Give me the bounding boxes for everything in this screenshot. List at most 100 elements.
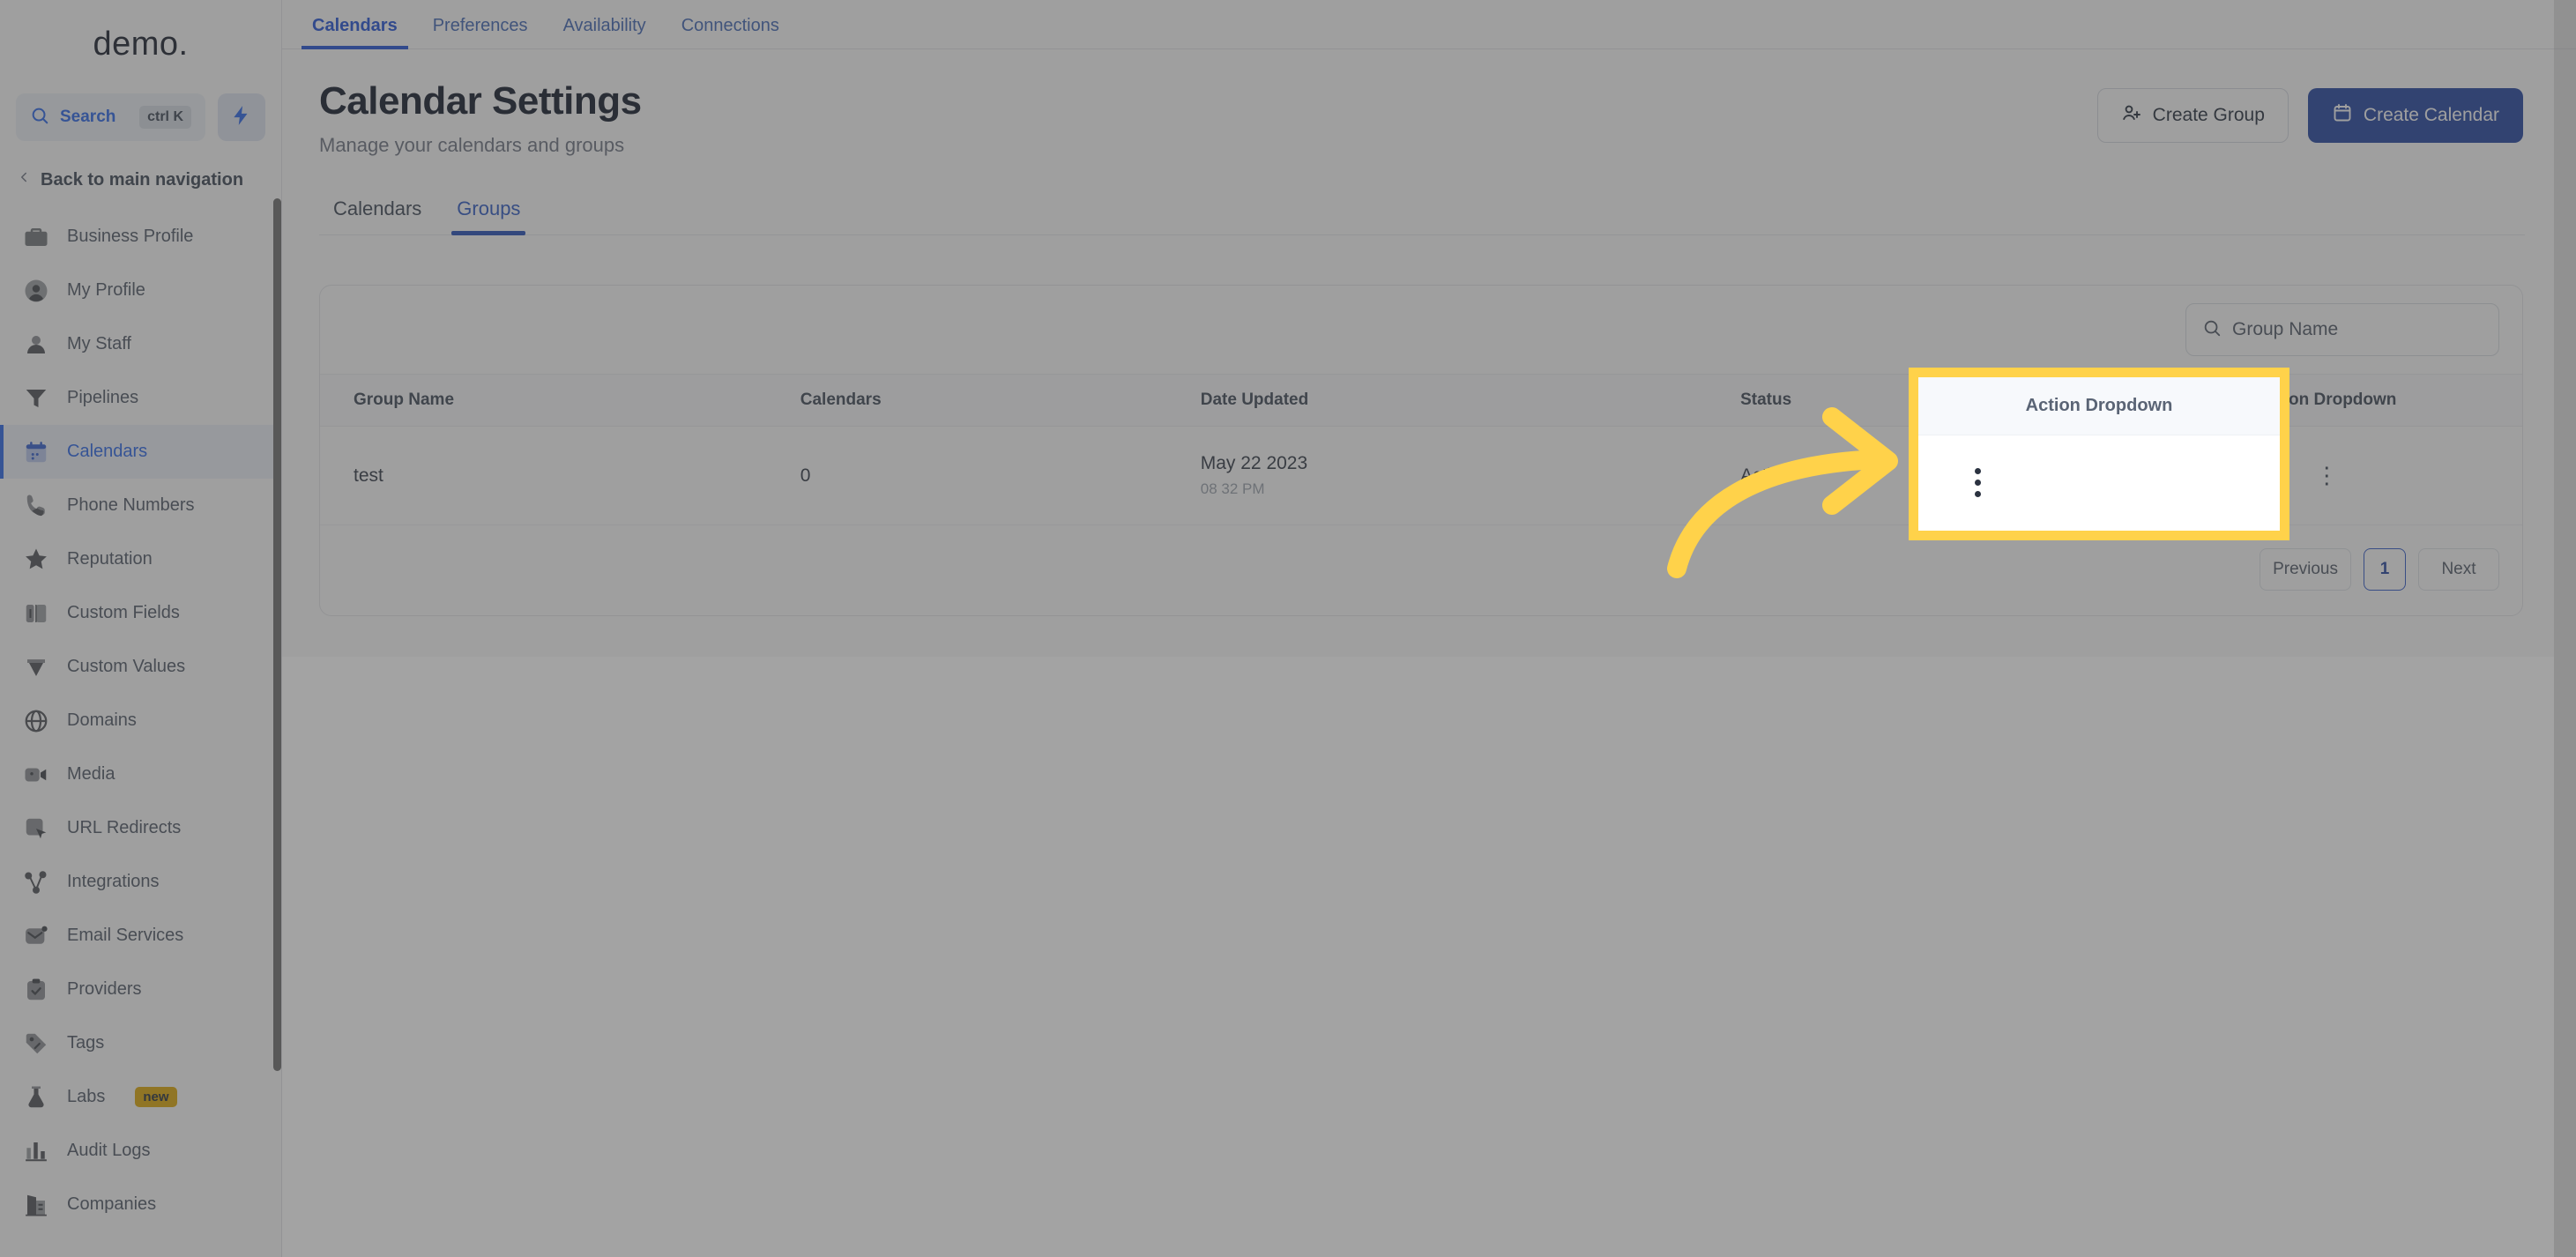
sidebar-scrollbar[interactable] [273,198,281,1071]
cell-group-name: test [354,426,800,525]
tag-icon [23,1030,49,1057]
brand-name: demo. [93,25,189,63]
subtab-label: Groups [457,197,521,219]
sidebar-item-labs[interactable]: Labs new [0,1070,281,1124]
sidebar-item-custom-fields[interactable]: Custom Fields [0,586,281,640]
th-date-updated[interactable]: Date Updated [1200,374,1741,427]
brand-logo[interactable]: demo. [0,0,281,88]
sidebar-item-audit-logs[interactable]: Audit Logs [0,1124,281,1178]
sidebar-item-label: Business Profile [67,227,194,246]
flask-icon [23,1084,49,1111]
page-subtitle: Manage your calendars and groups [319,134,625,156]
building-icon [23,1192,49,1218]
create-calendar-button[interactable]: Create Calendar [2307,88,2523,143]
funnel-icon [23,385,49,412]
table-head: Group Name Calendars Date Updated Status… [320,374,2522,427]
pagination-next-button[interactable]: Next [2418,548,2499,591]
subtab-groups[interactable]: Groups [443,197,534,235]
sidebar-item-business-profile[interactable]: Business Profile [0,210,281,264]
sidebar-item-label: Custom Values [67,657,186,676]
cell-action-dropdown[interactable]: ⋮ [2131,426,2522,525]
th-spacer [320,374,354,427]
sidebar-item-label: Reputation [67,549,153,569]
back-to-main-navigation[interactable]: Back to main navigation [0,150,281,210]
tab-label: Calendars [312,16,398,35]
sidebar-item-email-services[interactable]: Email Services [0,909,281,963]
sidebar-item-label: Domains [67,710,137,730]
time-value: 08 32 PM [1200,480,1265,497]
video-icon [23,762,49,788]
cell-date-updated: May 22 2023 08 32 PM [1200,426,1741,525]
group-search-wrap[interactable] [2185,303,2499,356]
sidebar-item-url-redirects[interactable]: URL Redirects [0,801,281,855]
sidebar-item-label: Pipelines [67,388,139,407]
sidebar: demo. Search ctrl K Back to main navigat… [0,0,282,1257]
subtab-calendars[interactable]: Calendars [319,197,436,234]
pagination: Previous 1 Next [320,525,2522,615]
sidebar-item-label: Tags [67,1033,105,1052]
tab-label: Preferences [432,16,528,35]
globe-icon [23,708,49,734]
sidebar-nav: Business Profile My Profile My Staff Pip… [0,210,281,1249]
sidebar-item-label: URL Redirects [67,818,182,837]
tab-preferences[interactable]: Preferences [415,16,546,48]
sidebar-item-pipelines[interactable]: Pipelines [0,371,281,425]
sidebar-item-integrations[interactable]: Integrations [0,855,281,909]
star-icon [23,547,49,573]
sidebar-item-tags[interactable]: Tags [0,1016,281,1070]
th-group-name[interactable]: Group Name [354,374,800,427]
create-calendar-label: Create Calendar [2363,105,2499,125]
page-header: Calendar Settings Manage your calendars … [282,49,2576,157]
sidebar-item-custom-values[interactable]: Custom Values [0,640,281,694]
cursor-box-icon [23,815,49,842]
main-content: Calendars Preferences Availability Conne… [282,0,2576,1257]
table-body: test 0 May 22 2023 08 32 PM Active ⋮ [320,426,2522,525]
header-actions: Create Group Create Calendar [2096,88,2523,143]
quick-actions-button[interactable] [218,93,265,141]
sidebar-item-label: My Staff [67,334,131,353]
sidebar-item-label: Calendars [67,442,148,461]
sidebar-item-my-staff[interactable]: My Staff [0,317,281,371]
mail-icon [23,923,49,949]
chevron-left-icon [16,169,32,190]
tab-calendars[interactable]: Calendars [294,16,415,49]
page-title-block: Calendar Settings Manage your calendars … [319,79,642,157]
table-row[interactable]: test 0 May 22 2023 08 32 PM Active ⋮ [320,426,2522,525]
kebab-menu-icon[interactable]: ⋮ [2315,462,2338,488]
page-title: Calendar Settings [319,79,642,123]
search-shortcut: ctrl K [139,106,191,129]
search-input[interactable]: Search ctrl K [16,93,205,141]
sidebar-item-label: Phone Numbers [67,495,195,515]
pagination-page-1[interactable]: 1 [2364,548,2406,591]
search-icon [2202,318,2222,342]
sidebar-search-row: Search ctrl K [0,93,281,141]
sidebar-item-calendars[interactable]: Calendars [0,425,281,479]
pagination-previous-button[interactable]: Previous [2260,548,2351,591]
cell-calendars: 0 [800,426,1201,525]
sidebar-item-label: Media [67,764,115,784]
calendar-icon [23,439,49,465]
status-badge: new [135,1087,177,1107]
sidebar-item-providers[interactable]: Providers [0,963,281,1016]
create-group-button[interactable]: Create Group [2096,88,2289,143]
th-calendars[interactable]: Calendars [800,374,1201,427]
bar-chart-icon [23,1138,49,1164]
sidebar-item-reputation[interactable]: Reputation [0,532,281,586]
cell-spacer [320,426,354,525]
sidebar-item-label: Integrations [67,872,160,891]
sidebar-item-media[interactable]: Media [0,748,281,801]
sidebar-item-companies[interactable]: Companies [0,1178,281,1231]
sub-tabbar: Calendars Groups [319,197,2525,235]
top-tabbar: Calendars Preferences Availability Conne… [282,0,2576,49]
sidebar-item-domains[interactable]: Domains [0,694,281,748]
tab-connections[interactable]: Connections [664,16,797,48]
briefcase-icon [23,224,49,250]
sidebar-item-phone-numbers[interactable]: Phone Numbers [0,479,281,532]
card-toolbar [320,286,2522,374]
fields-icon [23,600,49,627]
tab-availability[interactable]: Availability [546,16,664,48]
th-status[interactable]: Status [1740,374,2132,427]
person-icon [23,331,49,358]
sidebar-item-my-profile[interactable]: My Profile [0,264,281,317]
group-search-input[interactable] [2232,319,2483,340]
